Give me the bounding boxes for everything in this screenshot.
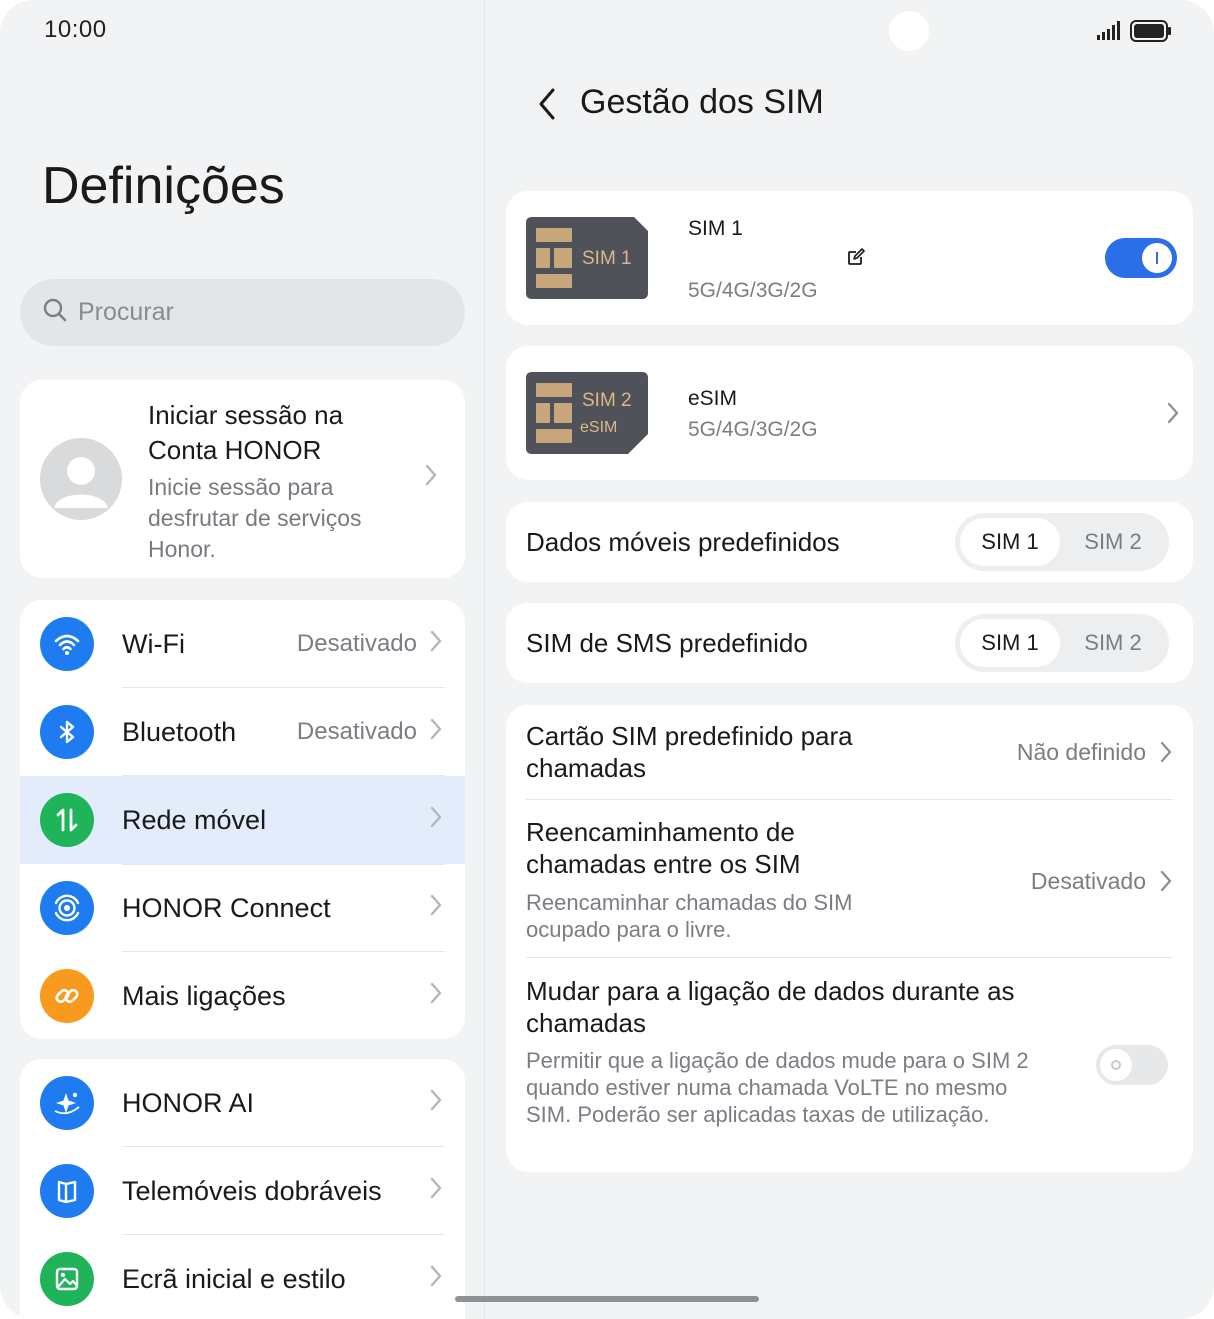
status-time: 10:00 [44,16,107,43]
settings-item-foldable[interactable]: Telemóveis dobráveis [20,1147,465,1235]
default-calls-label: Cartão SIM predefinido para chamadas [526,721,853,783]
call-forwarding-value: Desativado [1030,868,1146,894]
sim1-name: SIM 1 [688,217,743,240]
settings-item-label: Bluetooth [122,716,237,747]
chevron-right-icon [429,1087,443,1119]
default-calls-row[interactable]: Cartão SIM predefinido para chamadas Não… [506,705,1193,799]
option-sim2[interactable]: SIM 2 [1063,518,1163,566]
chevron-right-icon [429,892,443,924]
honor-ai-icon [40,1076,94,1130]
avatar [40,438,122,520]
signal-icon [1096,21,1122,46]
chevron-right-icon [1159,740,1173,769]
sim2-name: eSIM [688,387,738,410]
account-card[interactable]: Iniciar sessão na Conta HONOR Inicie ses… [20,380,465,578]
account-title: Iniciar sessão na Conta HONOR [148,400,344,465]
sim-page-title: Gestão dos SIM [580,83,824,121]
page-title: Definições [42,157,285,215]
data-switch-row: Mudar para a ligação de dados durante as… [506,958,1193,1172]
sim1-network: 5G/4G/3G/2G [688,279,818,302]
back-button[interactable] [533,84,563,124]
connectivity-group: Wi-Fi Desativado Bluetooth Desativado Re… [20,600,465,1039]
chevron-right-icon [1166,401,1180,430]
default-sms-row: SIM de SMS predefinido SIM 1 SIM 2 [506,603,1193,683]
default-calls-value: Não definido [1016,739,1146,765]
option-sim1[interactable]: SIM 1 [960,518,1060,566]
settings-item-honor-connect[interactable]: HONOR Connect [20,864,465,952]
sim2-card[interactable]: SIM 2 eSIM eSIM 5G/4G/3G/2G [506,346,1193,480]
edit-icon[interactable] [847,248,865,271]
data-switch-toggle[interactable] [1096,1045,1168,1085]
chevron-right-icon [429,1175,443,1207]
settings-item-label: Wi-Fi [122,628,185,659]
settings-item-bluetooth[interactable]: Bluetooth Desativado [20,688,465,776]
battery-icon [1130,20,1172,47]
settings-item-honor-ai[interactable]: HONOR AI [20,1059,465,1147]
bluetooth-icon [40,705,94,759]
chevron-right-icon [429,980,443,1012]
settings-item-mobile-network[interactable]: Rede móvel [20,776,465,864]
sim2-card-label: SIM 2 [582,390,632,411]
settings-item-home-screen[interactable]: Ecrã inicial e estilo [20,1235,465,1319]
search-icon [42,297,68,328]
mobile-network-icon [40,793,94,847]
call-forwarding-row[interactable]: Reencaminhamento de chamadas entre os SI… [506,800,1193,958]
link-icon [40,969,94,1023]
wifi-icon [40,617,94,671]
device-screen: 10:00 Definições Procurar Iniciar sessão… [0,0,1214,1319]
option-sim2[interactable]: SIM 2 [1063,619,1163,667]
sim2-network: 5G/4G/3G/2G [688,418,818,441]
option-sim1[interactable]: SIM 1 [960,619,1060,667]
default-data-label: Dados móveis predefinidos [526,527,840,557]
settings-item-wifi[interactable]: Wi-Fi Desativado [20,600,465,688]
settings-item-label: HONOR Connect [122,892,331,923]
default-data-selector[interactable]: SIM 1 SIM 2 [955,513,1169,571]
chevron-right-icon [429,716,443,748]
settings-item-label: Mais ligações [122,980,286,1011]
sim1-card[interactable]: SIM 1 SIM 1 5G/4G/3G/2G [506,191,1193,325]
default-data-row: Dados móveis predefinidos SIM 1 SIM 2 [506,502,1193,582]
default-sms-label: SIM de SMS predefinido [526,628,808,658]
foldable-icon [40,1164,94,1218]
call-settings-group: Cartão SIM predefinido para chamadas Não… [506,705,1193,1172]
call-forwarding-label: Reencaminhamento de chamadas entre os SI… [526,817,801,879]
call-forwarding-description: Reencaminhar chamadas do SIM ocupado par… [526,890,853,942]
camera-cutout [889,11,929,51]
sim2-card-sub: eSIM [580,419,618,436]
settings-item-value: Desativado [296,718,417,745]
chevron-right-icon [429,628,443,660]
settings-item-value: Desativado [296,630,417,657]
arrow-back-icon [539,88,555,120]
status-icons [1096,20,1172,47]
search-input[interactable]: Procurar [20,279,465,346]
divider [122,864,445,865]
settings-item-label: Ecrã inicial e estilo [122,1263,346,1294]
settings-item-label: Rede móvel [122,804,267,835]
settings-item-label: HONOR AI [122,1087,255,1118]
honor-connect-icon [40,881,94,935]
sim1-card-label: SIM 1 [582,248,632,269]
data-switch-label: Mudar para a ligação de dados durante as… [526,976,1015,1038]
chevron-right-icon [424,462,438,494]
settings-item-label: Telemóveis dobráveis [122,1175,382,1206]
features-group: HONOR AI Telemóveis dobráveis Ecrã inici… [20,1059,465,1319]
esim-card-icon [526,372,648,454]
sim1-toggle[interactable] [1105,238,1177,278]
default-sms-selector[interactable]: SIM 1 SIM 2 [955,614,1169,672]
chevron-right-icon [429,804,443,836]
chevron-right-icon [429,1263,443,1295]
data-switch-description: Permitir que a ligação de dados mude par… [526,1048,1029,1127]
account-subtitle: Inicie sessão para desfrutar de serviços… [148,474,362,562]
chevron-right-icon [1159,869,1173,898]
wallpaper-icon [40,1252,94,1306]
settings-item-more-connections[interactable]: Mais ligações [20,952,465,1039]
search-placeholder: Procurar [78,298,174,326]
home-indicator[interactable] [455,1296,759,1302]
settings-list-pane: 10:00 Definições Procurar Iniciar sessão… [0,0,485,1319]
